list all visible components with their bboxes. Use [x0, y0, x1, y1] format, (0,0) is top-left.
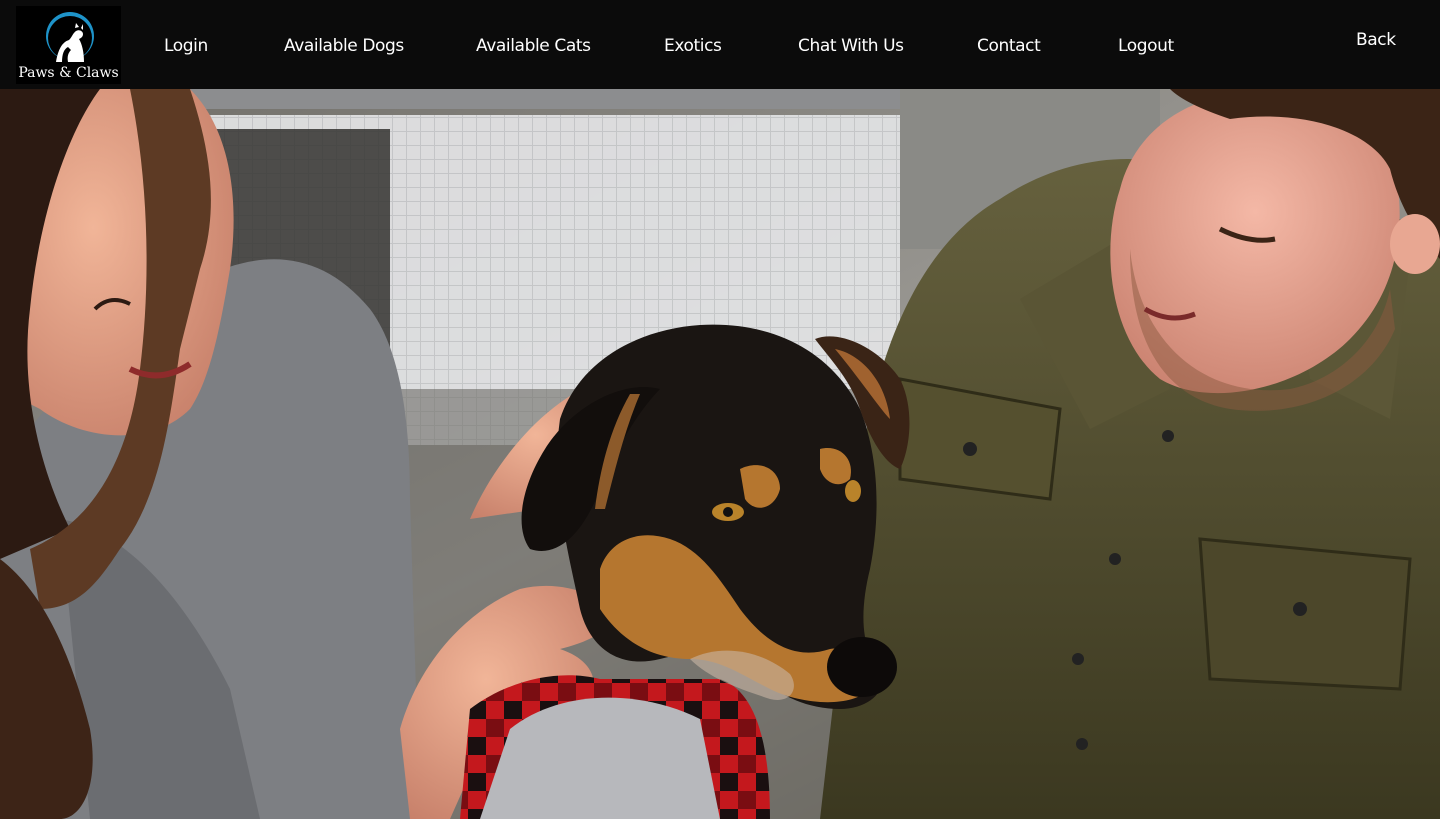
- paw-logo-icon: [46, 12, 94, 62]
- nav-contact[interactable]: Contact: [977, 36, 1041, 56]
- nav-logout[interactable]: Logout: [1118, 36, 1174, 56]
- nav-exotics[interactable]: Exotics: [664, 36, 722, 56]
- back-link[interactable]: Back: [1356, 30, 1396, 50]
- brand-name: Paws & Claws: [18, 65, 119, 81]
- top-navigation-bar: Paws & Claws Login Available Dogs Availa…: [0, 0, 1440, 89]
- nav-available-dogs[interactable]: Available Dogs: [284, 36, 404, 56]
- brand-logo[interactable]: Paws & Claws: [16, 6, 121, 84]
- nav-available-cats[interactable]: Available Cats: [476, 36, 591, 56]
- nav-login[interactable]: Login: [164, 36, 208, 56]
- hero-photo: [0, 89, 1440, 819]
- hero-image: [0, 89, 1440, 819]
- nav-chat-with-us[interactable]: Chat With Us: [798, 36, 904, 56]
